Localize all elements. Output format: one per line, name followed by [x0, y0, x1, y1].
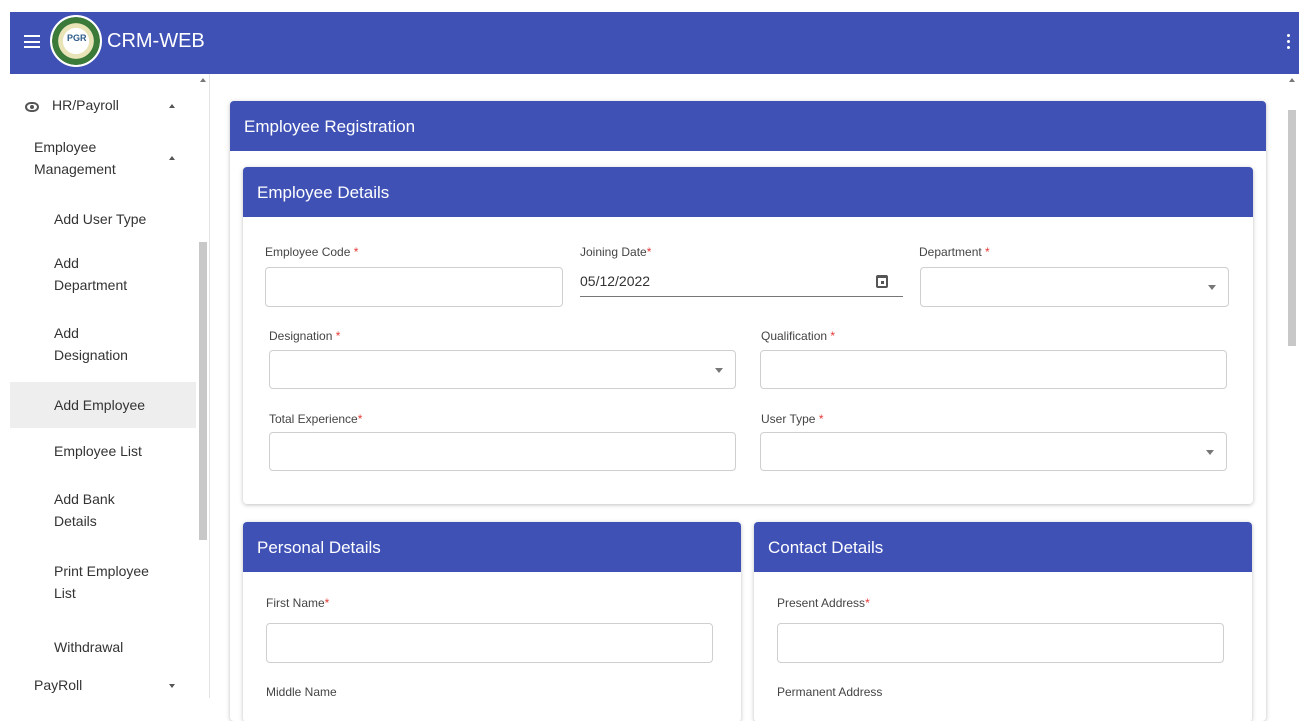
designation-select[interactable] [269, 350, 736, 389]
user-type-select[interactable] [760, 432, 1227, 471]
dropdown-arrow-icon [715, 368, 723, 373]
sidebar-group-payroll[interactable]: PayRoll [10, 666, 196, 698]
sidebar-item-add-employee[interactable]: Add Employee [10, 382, 196, 428]
more-vert-icon[interactable] [1287, 34, 1291, 52]
sidebar-scrollbar[interactable] [196, 74, 210, 698]
user-type-label: User Type * [761, 412, 824, 426]
present-address-label: Present Address* [777, 596, 870, 610]
sidebar-item-label: Employee List [54, 443, 142, 459]
scroll-up-arrow-icon[interactable] [1289, 78, 1295, 82]
department-select[interactable] [920, 267, 1229, 307]
joining-date-label: Joining Date* [580, 245, 652, 259]
page-title: Employee Registration [230, 101, 1266, 151]
middle-name-label: Middle Name [266, 685, 337, 699]
employee-registration-card: Employee Registration Employee Details E… [230, 101, 1266, 721]
sidebar-item-label: Add Bank Details [54, 491, 115, 529]
chevron-down-icon [169, 684, 175, 688]
employee-details-title: Employee Details [243, 167, 1253, 217]
employee-code-label: Employee Code * [265, 245, 359, 259]
employee-details-card: Employee Details Employee Code * Joining… [243, 167, 1253, 504]
contact-details-card: Contact Details Present Address* Permane… [754, 522, 1252, 721]
sidebar: HR/Payroll Employee Management Add User … [10, 74, 210, 698]
scroll-up-arrow-icon[interactable] [200, 78, 206, 82]
total-experience-input[interactable] [269, 432, 736, 471]
scrollbar-thumb[interactable] [199, 242, 207, 540]
present-address-input[interactable] [777, 623, 1224, 663]
personal-details-title: Personal Details [243, 522, 741, 572]
sidebar-item-label: Add Designation [54, 325, 128, 363]
app-title: CRM-WEB [107, 30, 205, 52]
qualification-input[interactable] [760, 350, 1227, 389]
sidebar-item-add-bank-details[interactable]: Add Bank Details [10, 480, 196, 544]
logo-text: PGR [67, 33, 87, 43]
app-bar: PGR CRM-WEB [10, 12, 1299, 74]
sidebar-item-label: Print Employee List [54, 563, 149, 601]
dropdown-arrow-icon [1208, 285, 1216, 290]
app-logo: PGR [50, 15, 102, 67]
designation-label: Designation * [269, 329, 341, 343]
sidebar-group-employee-management[interactable]: Employee Management [10, 130, 196, 188]
sidebar-item-label: Add User Type [54, 211, 147, 227]
employee-code-input[interactable] [265, 267, 563, 307]
department-label: Department * [919, 245, 990, 259]
chevron-up-icon [169, 104, 175, 108]
qualification-label: Qualification * [761, 329, 836, 343]
sidebar-item-print-employee-list[interactable]: Print Employee List [10, 552, 196, 616]
sidebar-item-label: Add Employee [54, 397, 146, 413]
sidebar-section-label: HR/Payroll [52, 97, 119, 113]
eye-icon [25, 102, 39, 112]
dropdown-arrow-icon [1206, 450, 1214, 455]
sidebar-group-label: Employee Management [34, 139, 116, 177]
total-experience-label: Total Experience* [269, 412, 363, 426]
first-name-input[interactable] [266, 623, 713, 663]
main-content: Employee Registration Employee Details E… [210, 74, 1299, 721]
sidebar-item-withdrawal[interactable]: Withdrawal [10, 626, 196, 666]
sidebar-section-hr-payroll[interactable]: HR/Payroll [10, 82, 196, 126]
sidebar-group-label: PayRoll [34, 677, 83, 693]
menu-icon[interactable] [24, 35, 40, 49]
personal-details-card: Personal Details First Name* Middle Name [243, 522, 741, 721]
sidebar-item-add-designation[interactable]: Add Designation [10, 312, 196, 376]
joining-date-underline [580, 296, 903, 297]
sidebar-item-label: Add Department [54, 255, 128, 293]
sidebar-item-label: Withdrawal [54, 639, 124, 655]
permanent-address-label: Permanent Address [777, 685, 883, 699]
sidebar-item-employee-list[interactable]: Employee List [10, 428, 196, 474]
chevron-up-icon [169, 156, 175, 160]
sidebar-item-add-user-type[interactable]: Add User Type [10, 196, 196, 242]
calendar-icon[interactable] [876, 275, 888, 288]
first-name-label: First Name* [266, 596, 330, 610]
joining-date-value[interactable]: 05/12/2022 [580, 273, 650, 289]
main-scrollbar[interactable] [1285, 74, 1299, 698]
sidebar-item-add-department[interactable]: Add Department [10, 242, 196, 306]
contact-details-title: Contact Details [754, 522, 1252, 572]
scrollbar-thumb[interactable] [1288, 110, 1296, 346]
